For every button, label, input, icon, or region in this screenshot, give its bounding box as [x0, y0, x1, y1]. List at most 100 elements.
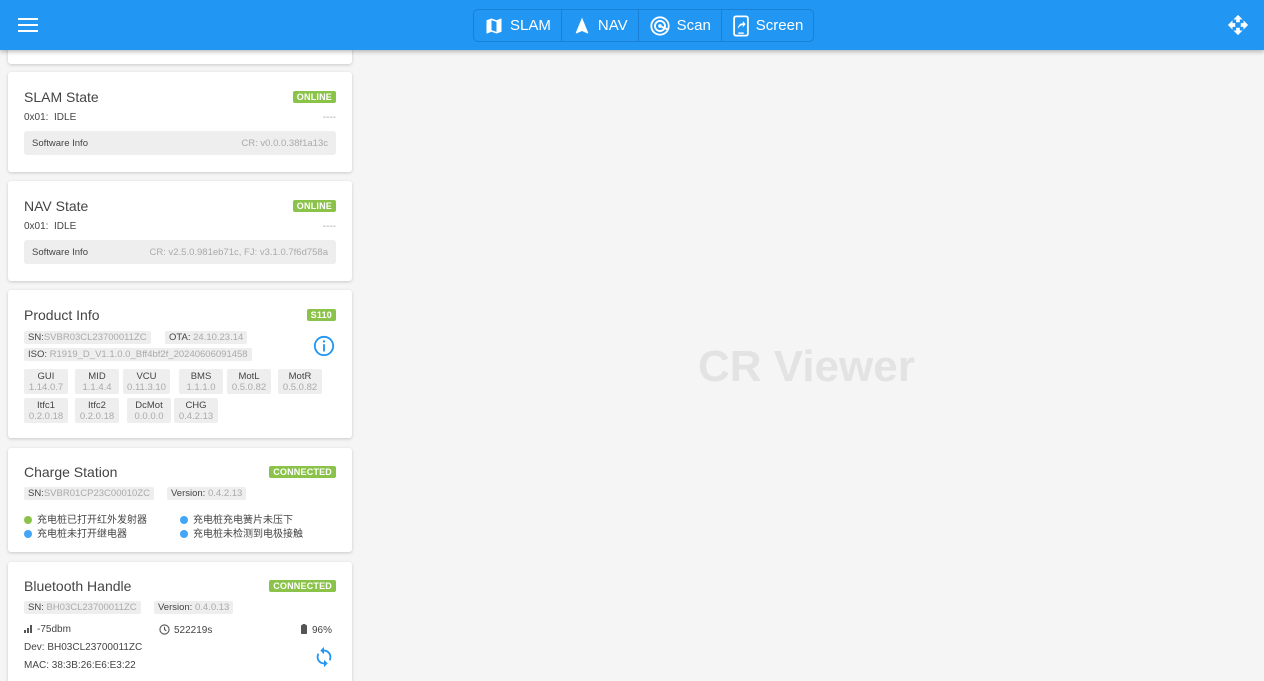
- software-info-label: Software Info: [32, 137, 88, 149]
- nav-button[interactable]: NAV: [562, 10, 639, 41]
- module-name: MID: [88, 371, 106, 382]
- module-version-value: 0.5.0.82: [282, 382, 318, 393]
- charge-version-chip: Version: 0.4.2.13: [167, 487, 247, 500]
- scan-button[interactable]: Scan: [639, 10, 722, 41]
- module-version: MotL 0.5.0.82: [227, 369, 271, 394]
- signal-bars-icon: [24, 625, 32, 633]
- ota-label: OTA:: [169, 332, 191, 343]
- nav-software-info[interactable]: Software Info CR: v2.5.0.981eb71c, FJ: v…: [24, 240, 336, 264]
- charge-sn-chip: SN:SVBR01CP23C00010ZC: [24, 487, 154, 500]
- software-info-value: CR: v2.5.0.981eb71c, FJ: v3.1.0.7f6d758a: [149, 246, 328, 258]
- uptime-readout: 522219s: [159, 624, 212, 636]
- charge-status-item: 充电桩未检测到电极接触: [180, 525, 303, 540]
- module-version: BMS 1.1.1.0: [179, 369, 223, 394]
- version-value: 0.4.2.13: [207, 488, 243, 499]
- sn-value: SVBR01CP23C00010ZC: [43, 488, 150, 499]
- version-value: 0.4.0.13: [194, 602, 230, 613]
- sn-label: SN:: [28, 602, 44, 613]
- uptime-value: 522219s: [174, 625, 213, 636]
- slam-state-title: SLAM State: [24, 89, 99, 105]
- app-watermark: CR Viewer: [698, 342, 915, 391]
- nav-state-code: 0x01:: [24, 221, 49, 232]
- info-circle-icon[interactable]: [313, 335, 335, 357]
- module-version: Itfc1 0.2.0.18: [24, 398, 68, 423]
- software-info-value: CR: v0.0.0.38f1a13c: [241, 137, 328, 149]
- battery-value: 96%: [311, 625, 332, 636]
- scan-button-label: Scan: [676, 17, 711, 34]
- sn-label: SN:: [28, 332, 44, 343]
- clock-icon: [159, 624, 170, 635]
- status-text: 充电桩未打开继电器: [37, 529, 127, 540]
- version-label: Version:: [158, 602, 193, 613]
- scan-radar-icon: [649, 15, 671, 37]
- bluetooth-version-chip: Version: 0.4.0.13: [154, 601, 234, 614]
- main-canvas[interactable]: CR Viewer: [360, 50, 1264, 681]
- ota-value: 24.10.23.14: [193, 332, 244, 343]
- previous-card: [8, 50, 352, 64]
- nav-state-line: 0x01: IDLE: [24, 221, 76, 232]
- navigation-arrow-icon: [572, 16, 592, 36]
- slam-button[interactable]: SLAM: [474, 10, 562, 41]
- slam-software-info[interactable]: Software Info CR: v0.0.0.38f1a13c: [24, 131, 336, 155]
- product-info-card: Product Info S110 SN:SVBR03CL23700011ZC …: [8, 290, 352, 438]
- screen-button[interactable]: Screen: [722, 10, 814, 41]
- module-version-value: 1.1.1.0: [186, 382, 216, 393]
- signal-readout: -75dbm: [24, 624, 71, 635]
- battery-readout: 96%: [300, 624, 332, 636]
- map-icon: [484, 16, 504, 36]
- sn-label: SN:: [28, 488, 44, 499]
- module-version-value: 0.2.0.18: [28, 411, 64, 422]
- bluetooth-sn-chip: SN: BH03CL23700011ZC: [24, 601, 141, 614]
- charge-status-item: 充电桩未打开继电器: [24, 525, 127, 540]
- module-version-value: 1.14.0.7: [28, 382, 64, 393]
- move-arrows-icon[interactable]: [1226, 13, 1250, 37]
- module-name: BMS: [190, 371, 212, 382]
- module-name: GUI: [37, 371, 55, 382]
- module-version: VCU 0.11.3.10: [123, 369, 170, 394]
- module-version-value: 1.1.4.4: [82, 382, 112, 393]
- charge-station-card: Charge Station CONNECTED SN:SVBR01CP23C0…: [8, 448, 352, 552]
- module-name: CHG: [185, 400, 207, 411]
- software-info-label: Software Info: [32, 246, 88, 258]
- nav-state-extra: ----: [322, 221, 336, 232]
- top-app-bar: SLAM NAV Scan Screen: [0, 0, 1264, 50]
- iso-value: R1919_D_V1.1.0.0_Bff4bf2f_20240606091458: [49, 349, 248, 360]
- battery-icon: [300, 624, 307, 634]
- bluetooth-status-badge: CONNECTED: [269, 580, 336, 592]
- module-version: CHG 0.4.2.13: [174, 398, 218, 423]
- status-dot-green: [24, 516, 32, 524]
- slam-button-label: SLAM: [510, 17, 551, 34]
- nav-button-label: NAV: [597, 17, 628, 34]
- charge-status-badge: CONNECTED: [269, 466, 336, 478]
- slam-status-badge: ONLINE: [292, 91, 336, 103]
- module-version: DcMot 0.0.0.0: [127, 398, 171, 423]
- sn-value: BH03CL23700011ZC: [46, 602, 137, 613]
- module-name: MotL: [238, 371, 260, 382]
- product-ota-chip: OTA: 24.10.23.14: [165, 331, 248, 344]
- module-name: MotR: [288, 371, 312, 382]
- refresh-icon[interactable]: [313, 646, 335, 668]
- module-name: Itfc2: [88, 400, 106, 411]
- signal-value: -75dbm: [37, 624, 71, 635]
- charge-status-item: 充电桩已打开红外发射器: [24, 511, 147, 526]
- module-version: MID 1.1.4.4: [75, 369, 119, 394]
- mac-address: MAC: 38:3B:26:E6:E3:22: [24, 660, 136, 671]
- screen-button-label: Screen: [755, 17, 804, 34]
- charge-station-title: Charge Station: [24, 464, 118, 480]
- device-id: Dev: BH03CL23700011ZC: [24, 642, 143, 653]
- status-sidebar[interactable]: SLAM State ONLINE 0x01: IDLE ---- Softwa…: [0, 50, 360, 681]
- product-sn-chip: SN:SVBR03CL23700011ZC: [24, 331, 151, 344]
- module-version-value: 0.0.0.0: [134, 411, 164, 422]
- module-name: DcMot: [135, 400, 163, 411]
- slam-state-value: IDLE: [54, 112, 77, 123]
- hamburger-icon[interactable]: [14, 12, 42, 38]
- module-name: Itfc1: [37, 400, 55, 411]
- product-model-badge: S110: [306, 309, 336, 321]
- module-version: MotR 0.5.0.82: [278, 369, 322, 394]
- slam-state-code: 0x01:: [24, 112, 49, 123]
- status-dot-blue: [24, 530, 32, 538]
- module-version: GUI 1.14.0.7: [24, 369, 68, 394]
- sn-value: SVBR03CL23700011ZC: [43, 332, 147, 343]
- product-iso-chip: ISO: R1919_D_V1.1.0.0_Bff4bf2f_202406060…: [24, 348, 252, 361]
- nav-state-value: IDLE: [54, 221, 77, 232]
